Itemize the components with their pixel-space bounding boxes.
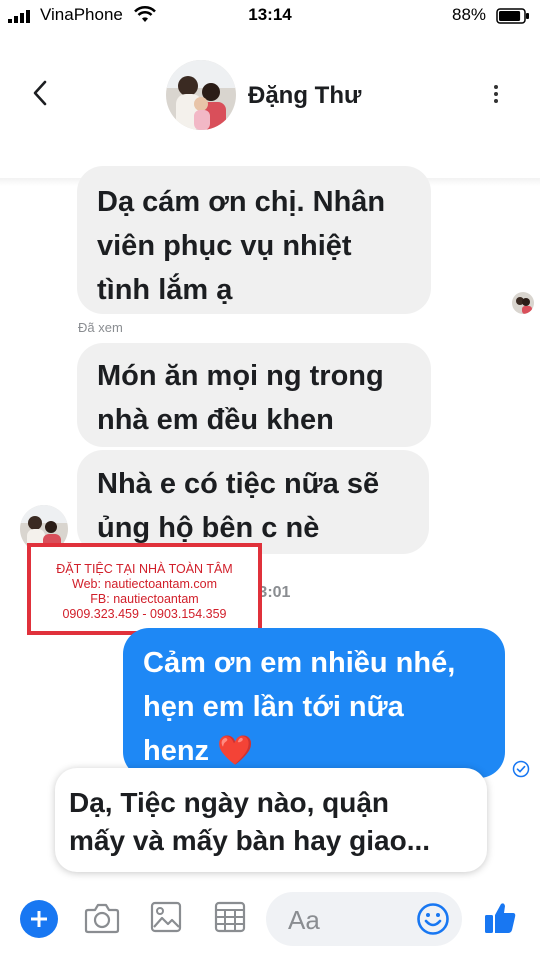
conversation-header: Đặng Thư — [0, 32, 540, 186]
delivered-check-icon — [512, 760, 530, 778]
dot — [494, 85, 498, 89]
message-line: Dạ cám ơn chị. Nhân — [97, 186, 386, 218]
incoming-message[interactable]: Nhà e có tiệc nữa sẽ ủng hộ bên c nè — [77, 450, 429, 554]
message-input-placeholder: Aa — [288, 905, 320, 935]
grid-icon[interactable] — [214, 900, 246, 934]
composer-bar: Aa — [0, 882, 540, 960]
contact-avatar[interactable] — [166, 60, 236, 130]
message-line: nhà em đều khen — [97, 404, 334, 436]
suggestion-line: mấy và mấy bàn hay giao... — [69, 825, 431, 856]
battery-percentage: 88% — [452, 5, 487, 24]
incoming-message[interactable]: Món ăn mọi ng trong nhà em đều khen — [77, 343, 431, 447]
watermark-line: ĐẶT TIỆC TẠI NHÀ TOÀN TÂM — [56, 562, 233, 576]
message-line: hẹn em lần tới nữa — [143, 691, 404, 723]
message-line: Cảm ơn em nhiều nhé, — [143, 647, 456, 679]
message-line: tình lắm ạ — [97, 274, 233, 306]
suggestion-line: Dạ, Tiệc ngày nào, quận — [69, 787, 390, 818]
plus-icon[interactable] — [20, 900, 58, 938]
camera-icon[interactable] — [84, 902, 120, 934]
battery-icon — [496, 8, 529, 24]
dot — [494, 92, 498, 96]
watermark-line: FB: nautiectoantam — [90, 592, 199, 606]
seen-label: Đã xem — [78, 320, 123, 335]
watermark-line: 0909.323.459 - 0903.154.359 — [62, 607, 227, 621]
message-line: Món ăn mọi ng trong — [97, 360, 384, 392]
more-options-button[interactable] — [484, 82, 508, 108]
thumbs-up-icon[interactable] — [482, 900, 518, 936]
outgoing-message[interactable]: Cảm ơn em nhiều nhé, hẹn em lần tới nữa … — [123, 628, 505, 778]
watermark-stamp: ĐẶT TIỆC TẠI NHÀ TOÀN TÂM Web: nautiecto… — [27, 543, 262, 635]
avatar-photo — [166, 60, 236, 130]
seen-avatar-photo — [512, 292, 534, 314]
incoming-message[interactable]: Dạ cám ơn chị. Nhân viên phục vụ nhiệt t… — [77, 166, 431, 314]
message-line: viên phục vụ nhiệt — [97, 230, 352, 262]
seen-avatar — [512, 292, 534, 314]
emoji-icon[interactable] — [416, 902, 450, 936]
message-line: henz ❤️ — [143, 735, 254, 767]
suggested-reply[interactable]: Dạ, Tiệc ngày nào, quận mấy và mấy bàn h… — [55, 768, 487, 872]
status-bar: VinaPhone 13:14 88% — [0, 0, 540, 32]
contact-name[interactable]: Đặng Thư — [248, 82, 361, 110]
back-button[interactable] — [26, 78, 56, 108]
battery-fill — [499, 11, 521, 21]
photo-icon[interactable] — [150, 900, 182, 934]
watermark-line: Web: nautiectoantam.com — [72, 577, 217, 591]
message-line: Nhà e có tiệc nữa sẽ — [97, 468, 380, 500]
dot — [494, 99, 498, 103]
